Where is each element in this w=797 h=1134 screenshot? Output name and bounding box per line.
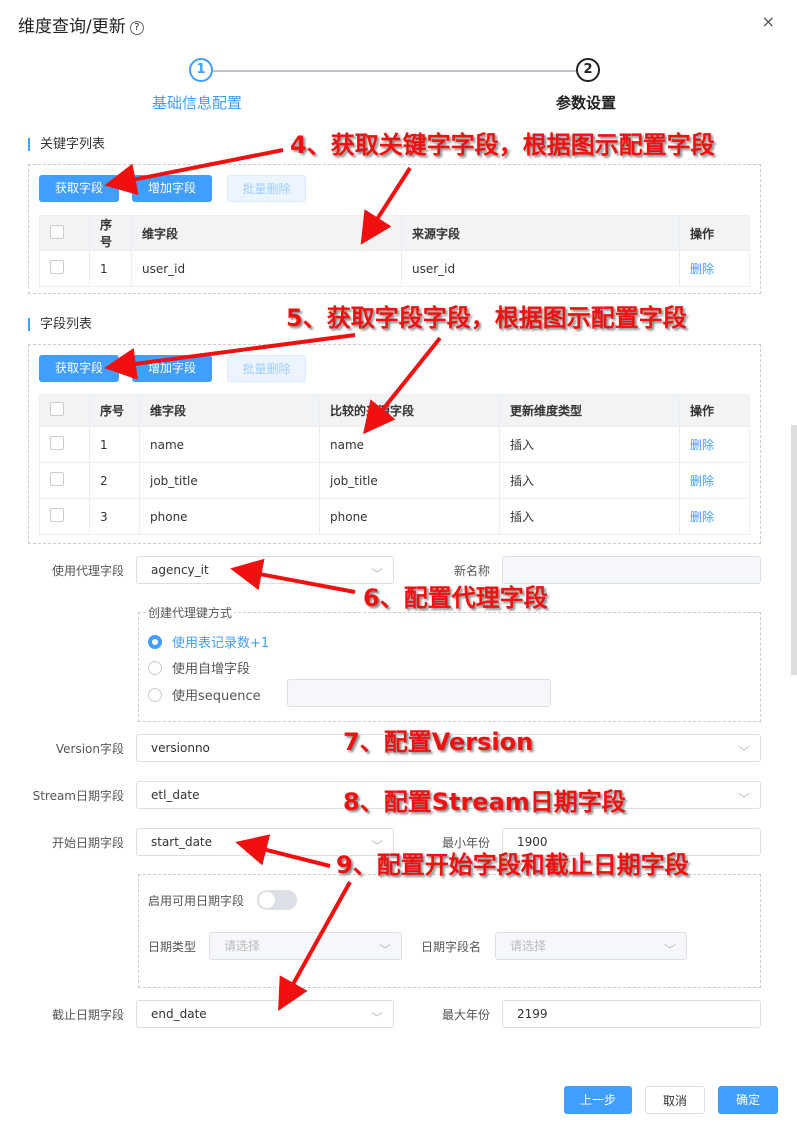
arrow-5a — [104, 333, 356, 380]
annotation-6: 6、配置代理字段 — [363, 584, 548, 612]
annotation-arrows — [104, 148, 442, 1011]
arrow-9a — [235, 834, 331, 868]
arrow-5b — [363, 336, 442, 435]
annotation-9: 9、配置开始字段和截止日期字段 — [336, 851, 689, 879]
arrow-6 — [230, 558, 356, 594]
annotation-8: 8、配置Stream日期字段 — [343, 788, 626, 816]
arrow-9b — [278, 881, 352, 1011]
annotation-4: 4、获取关键字字段，根据图示配置字段 — [290, 131, 715, 159]
annotation-7: 7、配置Version — [343, 728, 534, 756]
annotation-5: 5、获取字段字段，根据图示配置字段 — [286, 304, 687, 332]
arrow-4a — [104, 148, 284, 196]
arrow-4b — [360, 166, 412, 245]
